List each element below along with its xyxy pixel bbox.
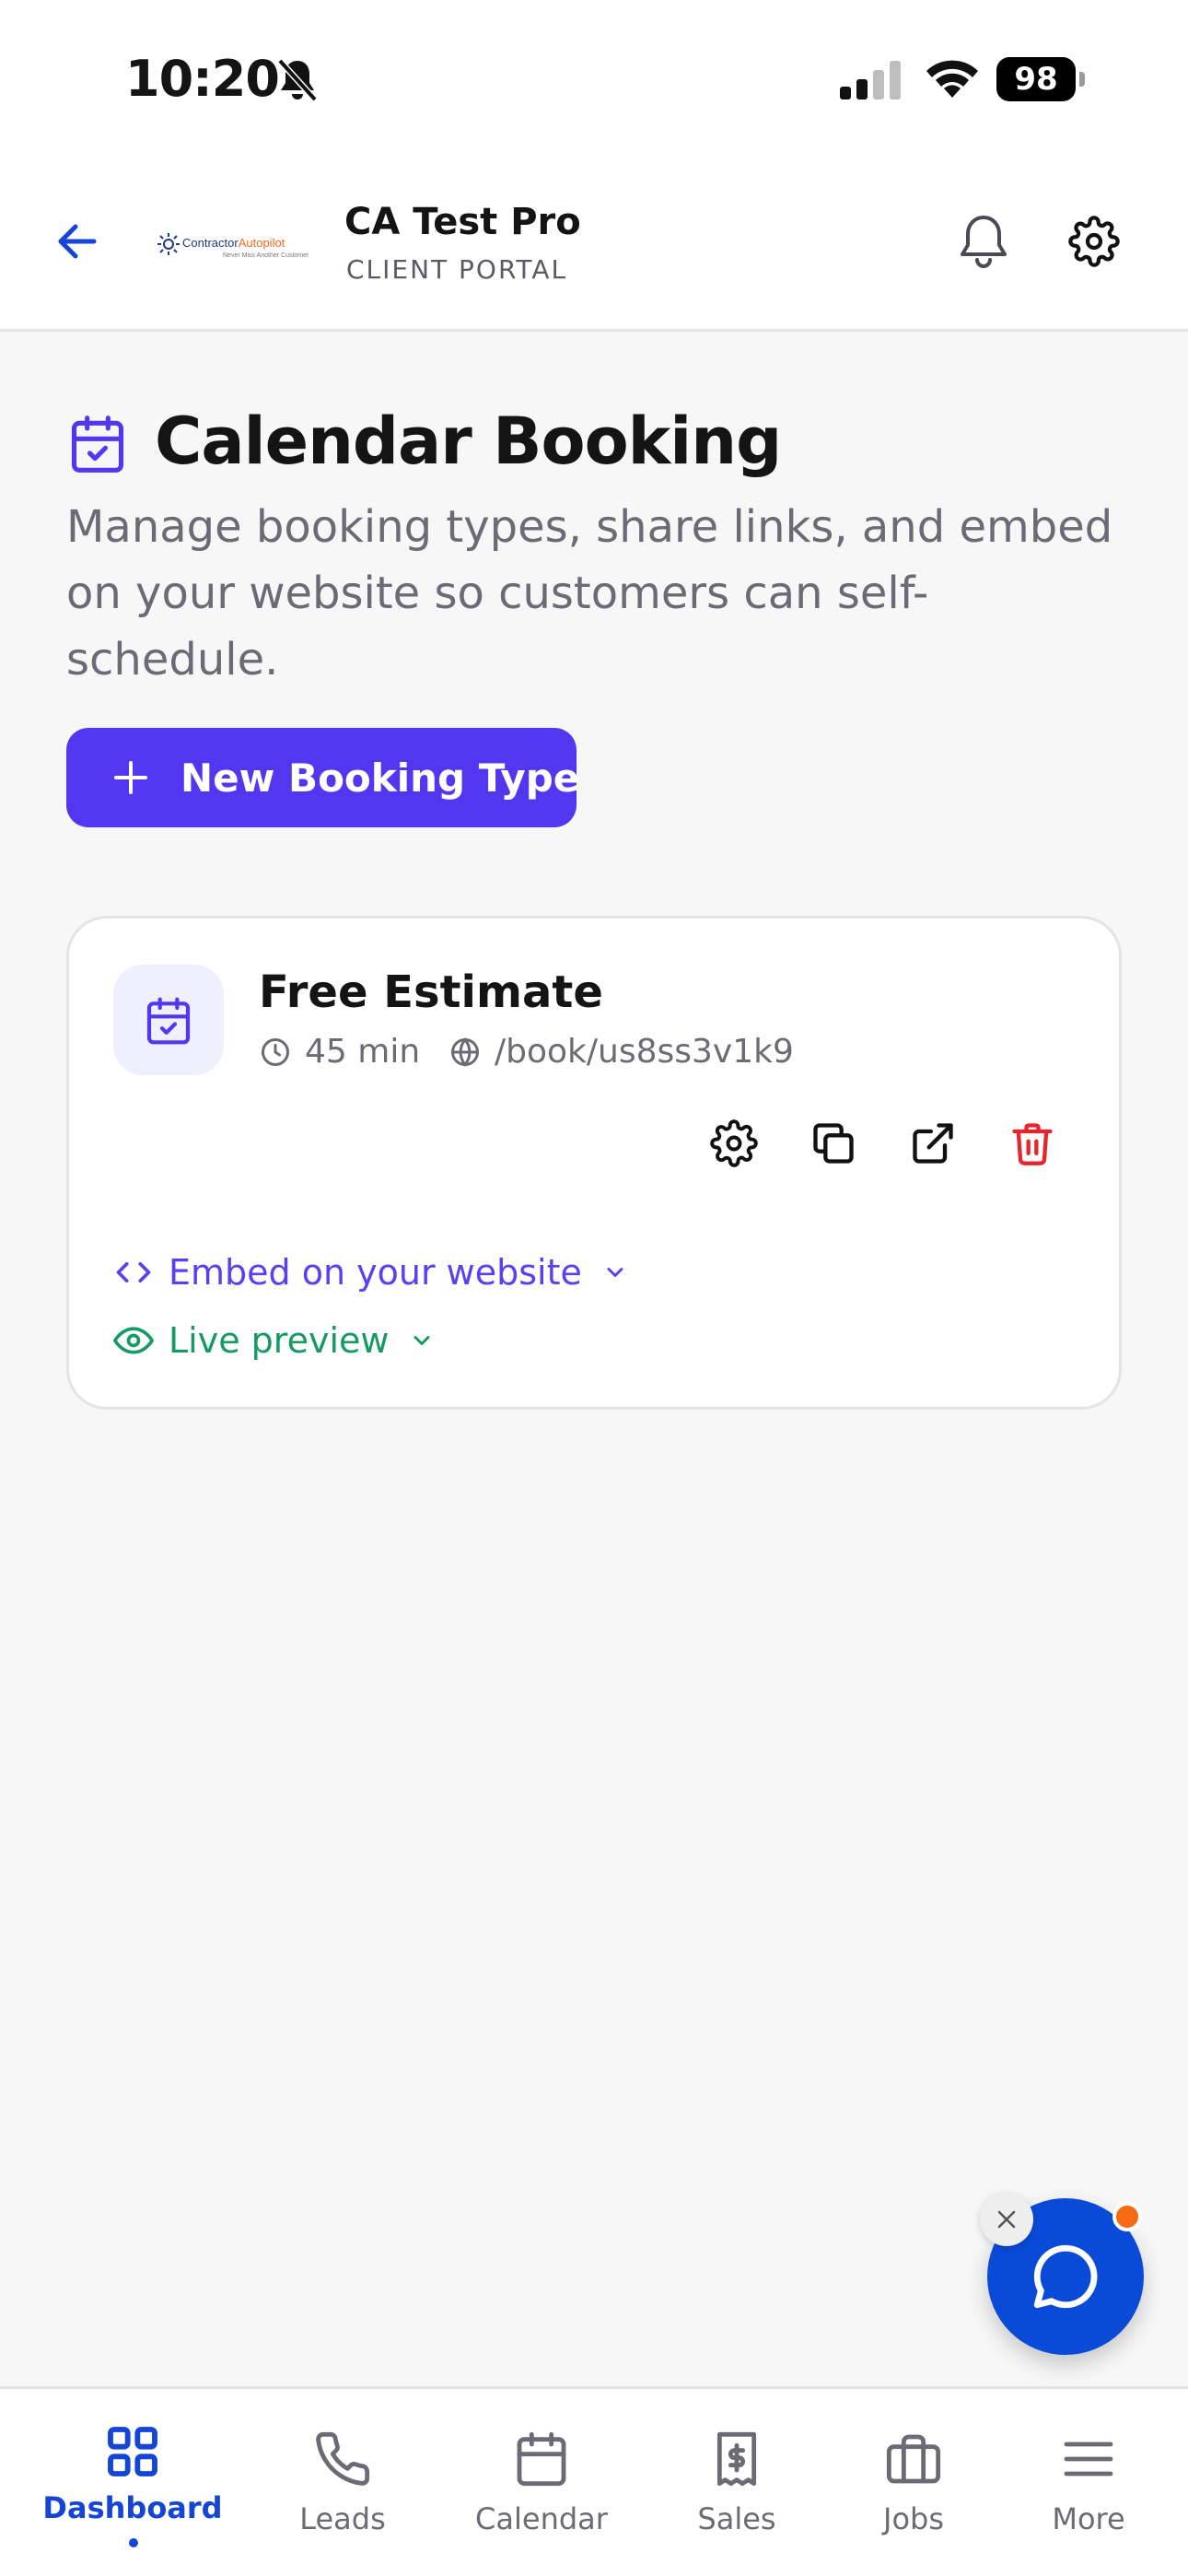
chat-close-button[interactable] [980,2193,1033,2246]
page-title: Calendar Booking [155,404,782,479]
menu-icon [1064,2441,1113,2476]
back-arrow-icon[interactable] [52,216,103,267]
live-preview-label: Live preview [169,1320,390,1361]
logo-wordmark: ContractorAutopilot [182,236,285,250]
status-time: 10:20 [125,50,280,108]
duration-text: 45 min [305,1033,421,1071]
copy-icon [813,1123,854,1164]
trash-icon [1012,1123,1053,1165]
logo-sun-icon [157,233,180,255]
status-bar: 10:20 98 [0,0,1188,162]
calendar-check-icon [146,997,191,1045]
active-indicator [129,2538,138,2547]
nav-item-leads[interactable]: Leads [250,2389,435,2576]
nav-label-leads: Leads [299,2501,386,2536]
nav-item-dashboard[interactable]: Dashboard [41,2389,225,2576]
nav-item-calendar[interactable]: Calendar [449,2389,634,2576]
external-link-icon [913,1123,953,1164]
nav-label-jobs: Jobs [883,2501,944,2536]
calendar-icon [517,2431,566,2487]
booking-url: /book/us8ss3v1k9 [448,1033,794,1071]
eye-icon [113,1327,154,1354]
chat-bubble-icon [1033,2244,1098,2309]
business-name: CA Test Pro [344,201,581,243]
briefcase-icon [886,2434,941,2484]
new-booking-type-button[interactable]: New Booking Type [66,728,580,827]
url-text: /book/us8ss3v1k9 [495,1033,794,1071]
close-icon [997,2210,1016,2229]
chevron-down-icon [414,1336,430,1345]
nav-label-calendar: Calendar [475,2501,608,2536]
globe-icon [451,1036,479,1067]
nav-label-more: More [1052,2501,1125,2536]
nav-label-dashboard: Dashboard [42,2490,223,2525]
nav-item-jobs[interactable]: Jobs [821,2389,1006,2576]
plus-icon [114,761,147,794]
phone-icon [316,2431,370,2486]
booking-type-icon-tile [113,965,224,1075]
cellular-signal-icon [840,61,901,100]
battery-icon: 98 [996,57,1085,101]
live-preview-toggle[interactable]: Live preview [113,1320,435,1361]
receipt-icon [716,2431,757,2487]
bell-slash-icon [277,58,318,102]
battery-level: 98 [996,57,1076,101]
bottom-navigation: Dashboard Leads Calendar Sales Jobs More [0,2386,1188,2576]
clock-icon [262,1037,289,1066]
gear-icon [710,1119,758,1167]
new-booking-type-label: New Booking Type [181,755,580,801]
embed-on-website-toggle[interactable]: Embed on your website [113,1252,628,1293]
open-link-button[interactable] [909,1119,957,1167]
gear-icon[interactable] [1068,216,1120,267]
chevron-down-icon [607,1268,623,1277]
chat-notification-dot [1112,2202,1142,2231]
portal-label: CLIENT PORTAL [346,254,568,285]
company-logo: ContractorAutopilot Never Miss Another C… [155,225,313,265]
copy-link-button[interactable] [809,1119,857,1167]
embed-label: Embed on your website [169,1252,582,1293]
page-description: Manage booking types, share links, and e… [66,501,1113,685]
booking-duration: 45 min [259,1033,420,1071]
booking-settings-button[interactable] [710,1119,758,1167]
calendar-check-icon [71,416,124,473]
logo-tagline: Never Miss Another Customer [223,252,309,259]
nav-label-sales: Sales [697,2501,776,2536]
booking-type-card: Free Estimate 45 min /book/us8ss3v1k9 Em… [66,916,1122,1410]
booking-type-name: Free Estimate [259,966,603,1018]
grid-icon [108,2427,157,2476]
code-icon [116,1262,151,1282]
app-header: ContractorAutopilot Never Miss Another C… [0,162,1188,332]
delete-booking-button[interactable] [1008,1119,1056,1167]
nav-item-more[interactable]: More [996,2389,1181,2576]
wifi-icon [926,60,978,98]
bell-icon[interactable] [954,212,1013,273]
nav-item-sales[interactable]: Sales [645,2389,829,2576]
